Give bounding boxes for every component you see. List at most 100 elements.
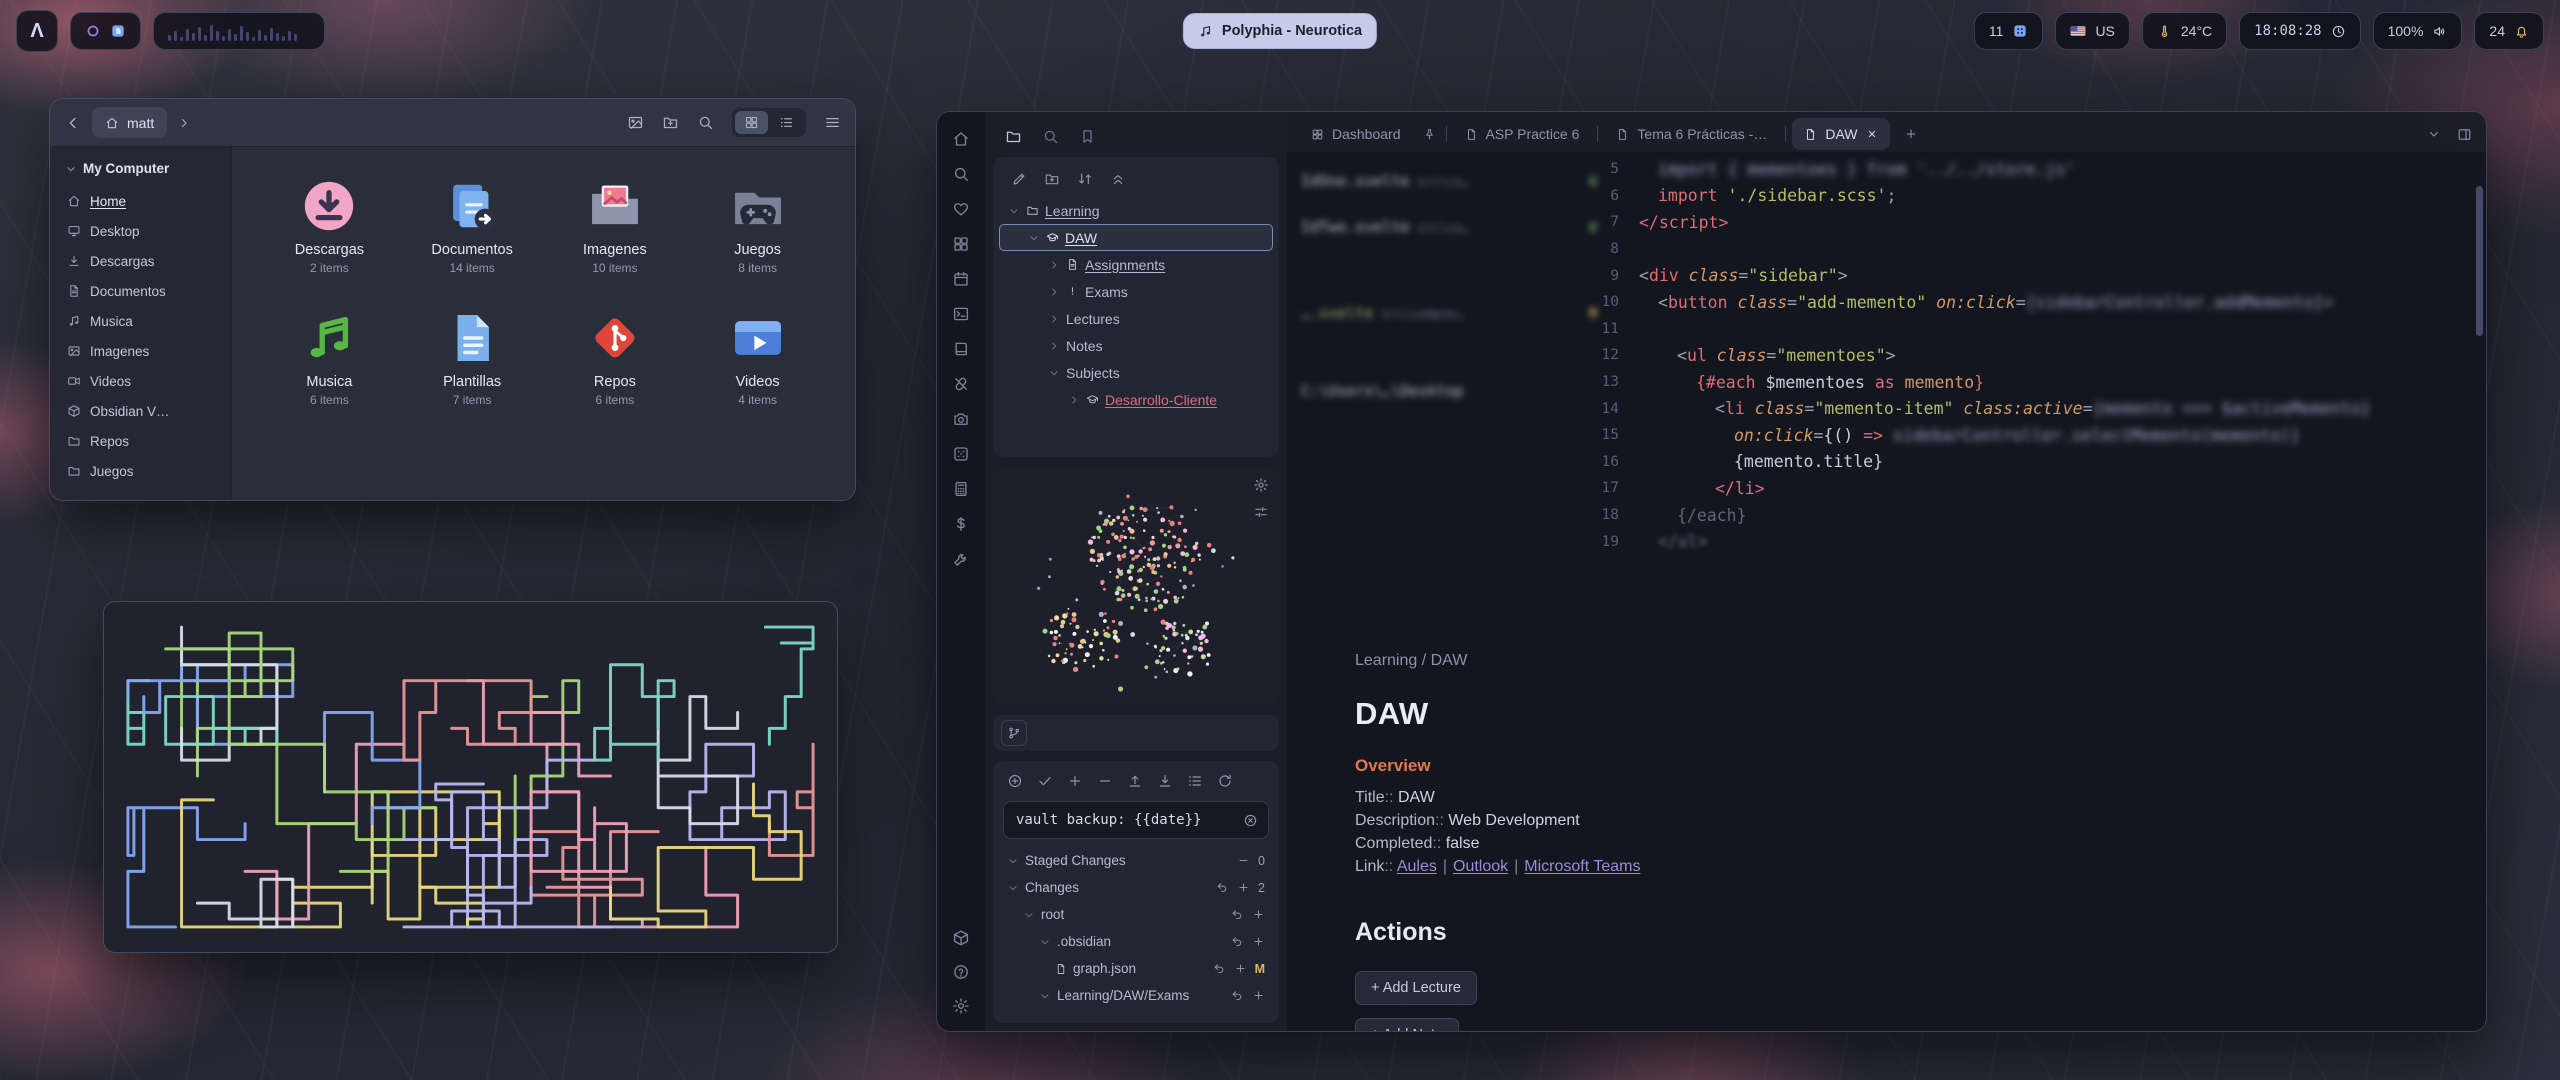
git-undo-icon[interactable] xyxy=(1216,881,1229,894)
pencil-icon[interactable] xyxy=(1011,171,1027,187)
tab-daw[interactable]: DAW xyxy=(1792,118,1889,150)
note-link-microsoft-teams[interactable]: Microsoft Teams xyxy=(1524,858,1640,875)
screenshot-button[interactable] xyxy=(627,114,644,131)
folder-tile-documentos[interactable]: Documentos14 items xyxy=(401,177,544,275)
git-minus-icon[interactable] xyxy=(1237,854,1250,867)
add-lecture-button[interactable]: + Add Lecture xyxy=(1355,971,1477,1005)
calc-icon[interactable] xyxy=(952,480,970,498)
tree-item-lectures[interactable]: Lectures xyxy=(999,305,1273,332)
git-check-icon[interactable] xyxy=(1037,773,1053,789)
graph-sliders-icon[interactable] xyxy=(1253,504,1269,520)
tab-dashboard[interactable]: Dashboard xyxy=(1299,118,1413,150)
editor-pane[interactable]: IdOne.sveltesrc\co…UIdTwo.sveltesrc\co…U… xyxy=(1287,152,2486,1031)
git-upload-icon[interactable] xyxy=(1127,773,1143,789)
search-button[interactable] xyxy=(697,114,714,131)
heart-icon[interactable] xyxy=(952,200,970,218)
editor-scrollbar[interactable] xyxy=(2476,186,2483,336)
git-plus-icon[interactable] xyxy=(1252,989,1265,1002)
folder-tile-juegos[interactable]: Juegos8 items xyxy=(686,177,829,275)
git-row-graph-json[interactable]: graph.jsonM xyxy=(1003,955,1269,982)
collapse-icon[interactable] xyxy=(1110,171,1126,187)
close-tab-icon[interactable] xyxy=(1866,128,1878,140)
graph-gear-icon[interactable] xyxy=(1253,477,1269,493)
home-icon[interactable] xyxy=(952,130,970,148)
updates-module[interactable]: 11 xyxy=(1974,12,2044,50)
tree-item-learning[interactable]: Learning xyxy=(999,197,1273,224)
note-link-outlook[interactable]: Outlook xyxy=(1453,858,1508,875)
sidebar-item-home[interactable]: Home xyxy=(57,186,224,216)
launcher-button[interactable]: Λ xyxy=(16,10,58,52)
git-row-obsidian[interactable]: .obsidian xyxy=(1003,928,1269,955)
dice-icon[interactable] xyxy=(952,445,970,463)
graph-canvas[interactable] xyxy=(993,467,1279,705)
folder-tile-imagenes[interactable]: Imagenes10 items xyxy=(544,177,687,275)
tab-asp-practice-6[interactable]: ASP Practice 6 xyxy=(1453,118,1592,150)
git-plus-icon[interactable] xyxy=(1237,881,1250,894)
git-row-learning-daw-exams[interactable]: Learning/DAW/Exams xyxy=(1003,982,1269,1009)
sidebar-section-header[interactable]: My Computer xyxy=(57,157,224,186)
folder-tile-repos[interactable]: Repos6 items xyxy=(544,309,687,407)
sidebar-item-documentos[interactable]: Documentos xyxy=(57,276,224,306)
graph-view-panel[interactable] xyxy=(993,467,1279,705)
new-tab-icon[interactable] xyxy=(1904,127,1918,141)
clear-message-icon[interactable] xyxy=(1243,813,1258,828)
folder-tile-videos[interactable]: Videos4 items xyxy=(686,309,829,407)
terminal-icon[interactable] xyxy=(952,305,970,323)
tree-item-exams[interactable]: Exams xyxy=(999,278,1273,305)
add-note-button[interactable]: + Add Note xyxy=(1355,1018,1459,1031)
git-plus-icon[interactable] xyxy=(1067,773,1083,789)
pin-icon[interactable] xyxy=(1423,128,1436,141)
sidebar-item-imagenes[interactable]: Imagenes xyxy=(57,336,224,366)
tree-item-desarrollo-cliente[interactable]: Desarrollo-Cliente xyxy=(999,386,1273,413)
tree-item-assignments[interactable]: Assignments xyxy=(999,251,1273,278)
git-row-root[interactable]: root xyxy=(1003,901,1269,928)
clock-module[interactable]: 18:08:28 xyxy=(2239,12,2360,50)
sidebar-item-musica[interactable]: Musica xyxy=(57,306,224,336)
sort-icon[interactable] xyxy=(1077,171,1093,187)
breadcrumb-expand-icon[interactable] xyxy=(177,116,191,130)
git-circle-plus-icon[interactable] xyxy=(1007,773,1023,789)
new-folder-button[interactable] xyxy=(662,114,679,131)
tool-icon[interactable] xyxy=(952,550,970,568)
tree-item-subjects[interactable]: Subjects xyxy=(999,359,1273,386)
commit-message-input[interactable] xyxy=(1014,811,1235,829)
bookmark-view-tab-icon[interactable] xyxy=(1079,128,1096,145)
weather-module[interactable]: 24°C xyxy=(2142,12,2227,50)
keyboard-layout-module[interactable]: US xyxy=(2055,12,2129,50)
git-row-changes[interactable]: Changes2 xyxy=(1003,874,1269,901)
git-undo-icon[interactable] xyxy=(1213,962,1226,975)
tab-list-dropdown-icon[interactable] xyxy=(2427,127,2441,141)
sidebar-item-videos[interactable]: Videos xyxy=(57,366,224,396)
workspace-app-icon[interactable] xyxy=(110,23,126,39)
sidebar-item-juegos[interactable]: Juegos xyxy=(57,456,224,486)
git-undo-icon[interactable] xyxy=(1231,935,1244,948)
sidebar-item-desktop[interactable]: Desktop xyxy=(57,216,224,246)
dollar-icon[interactable] xyxy=(952,515,970,533)
git-undo-icon[interactable] xyxy=(1231,989,1244,1002)
tree-item-notes[interactable]: Notes xyxy=(999,332,1273,359)
menu-button[interactable] xyxy=(824,114,841,131)
workspaces-pill[interactable] xyxy=(70,12,141,50)
git-minus-icon[interactable] xyxy=(1097,773,1113,789)
notifications-module[interactable]: 24 xyxy=(2474,12,2544,50)
note-link-aules[interactable]: Aules xyxy=(1397,858,1437,875)
git-row-staged-changes[interactable]: Staged Changes0 xyxy=(1003,847,1269,874)
git-plus-icon[interactable] xyxy=(1234,962,1247,975)
volume-module[interactable]: 100% xyxy=(2373,12,2463,50)
git-undo-icon[interactable] xyxy=(1231,908,1244,921)
git-plus-icon[interactable] xyxy=(1252,935,1265,948)
sidebar-item-descargas[interactable]: Descargas xyxy=(57,246,224,276)
grid-icon[interactable] xyxy=(952,235,970,253)
sidebar-item-obsidian-v[interactable]: Obsidian V… xyxy=(57,396,224,426)
git-list-icon[interactable] xyxy=(1187,773,1203,789)
camera-icon[interactable] xyxy=(952,410,970,428)
git-download-icon[interactable] xyxy=(1157,773,1173,789)
gear-icon[interactable] xyxy=(952,997,970,1015)
search-icon[interactable] xyxy=(952,165,970,183)
folder-view-tab-icon[interactable] xyxy=(1005,128,1022,145)
search-view-tab-icon[interactable] xyxy=(1042,128,1059,145)
folder-tile-descargas[interactable]: Descargas2 items xyxy=(258,177,401,275)
git-refresh-icon[interactable] xyxy=(1217,773,1233,789)
sidebar-item-repos[interactable]: Repos xyxy=(57,426,224,456)
tree-item-daw[interactable]: DAW xyxy=(999,224,1273,251)
